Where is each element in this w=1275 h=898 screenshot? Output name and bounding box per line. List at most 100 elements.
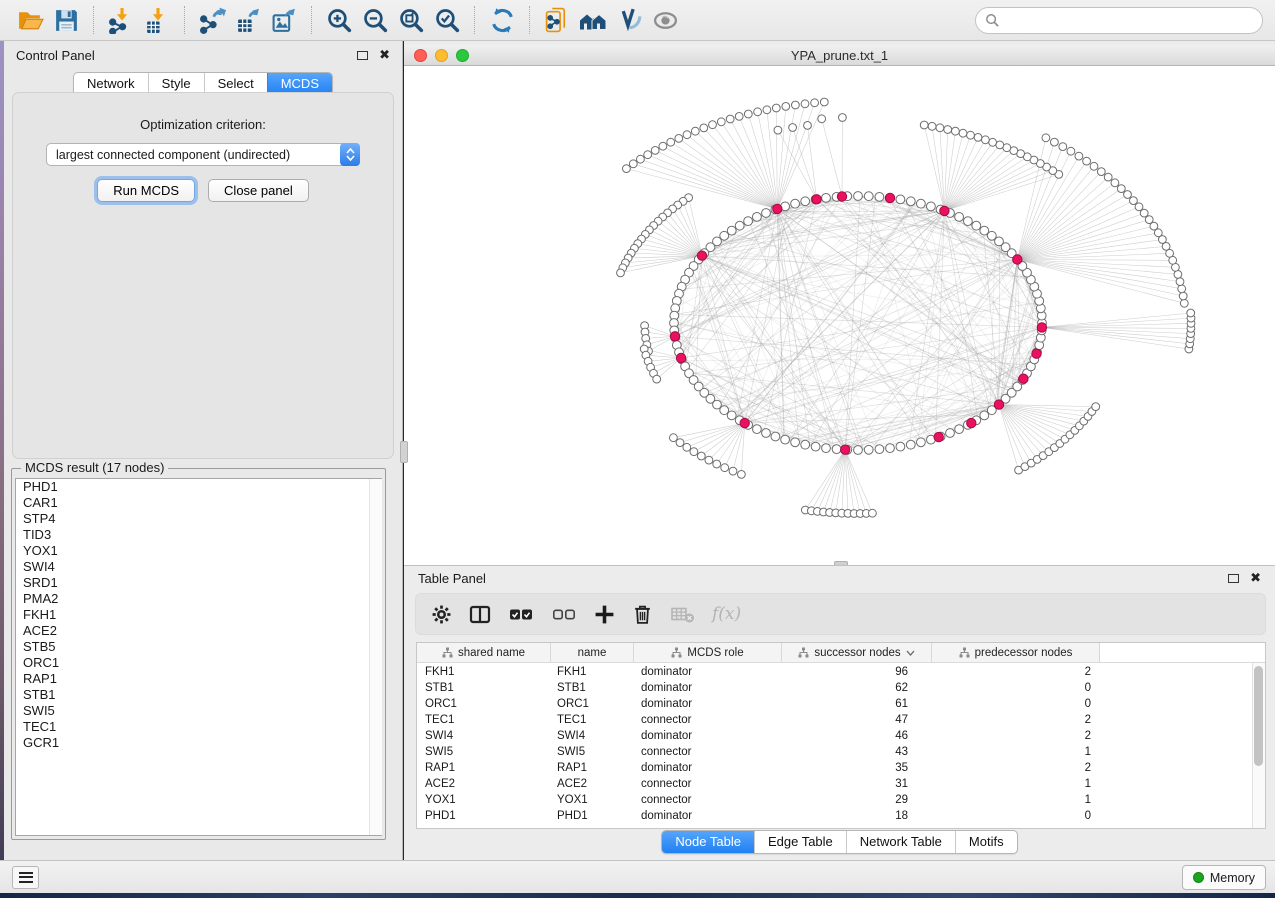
toolbar-separator	[474, 6, 475, 34]
mcds-result-item[interactable]: CAR1	[16, 495, 381, 511]
table-row[interactable]: ORC1ORC1dominator610	[417, 696, 1252, 712]
table-cell: 1	[932, 778, 1100, 790]
float-panel-icon[interactable]	[1228, 574, 1239, 583]
table-cell: 2	[932, 762, 1100, 774]
style-visibility-icon[interactable]	[611, 3, 647, 37]
mcds-result-item[interactable]: SWI5	[16, 703, 381, 719]
apply-layout-icon[interactable]	[484, 3, 520, 37]
column-header-shared-name[interactable]: shared name	[417, 643, 551, 662]
save-session-icon[interactable]	[48, 3, 84, 37]
open-session-icon[interactable]	[12, 3, 48, 37]
delete-table-icon[interactable]	[670, 604, 695, 625]
close-panel-icon[interactable]: ✖	[1250, 573, 1261, 583]
network-window: YPA_prune.txt_1	[404, 41, 1275, 565]
mcds-result-item[interactable]: PMA2	[16, 591, 381, 607]
memory-button[interactable]: Memory	[1182, 865, 1266, 890]
mcds-result-item[interactable]: PHD1	[16, 479, 381, 495]
mcds-list-scrollbar[interactable]	[369, 479, 382, 835]
table-cell: 47	[782, 714, 932, 726]
network-graph	[404, 66, 1275, 565]
network-overview-icon[interactable]	[575, 3, 611, 37]
zoom-out-icon[interactable]	[357, 3, 393, 37]
mcds-result-item[interactable]: RAP1	[16, 671, 381, 687]
table-settings-icon[interactable]	[431, 604, 452, 625]
table-row[interactable]: SWI4SWI4dominator462	[417, 728, 1252, 744]
table-row[interactable]: YOX1YOX1connector291	[417, 792, 1252, 808]
node-table: shared name name MCDS role successor nod…	[416, 642, 1266, 829]
mcds-result-item[interactable]: STB1	[16, 687, 381, 703]
mcds-result-item[interactable]: SRD1	[16, 575, 381, 591]
mcds-result-item[interactable]: GCR1	[16, 735, 381, 751]
table-cell: YOX1	[417, 794, 551, 806]
column-header-filler	[1100, 643, 1265, 662]
table-scrollbar-thumb[interactable]	[1254, 666, 1263, 766]
table-row[interactable]: PHD1PHD1dominator180	[417, 808, 1252, 824]
export-network-icon[interactable]	[194, 3, 230, 37]
zoom-in-icon[interactable]	[321, 3, 357, 37]
network-window-titlebar[interactable]: YPA_prune.txt_1	[404, 45, 1275, 66]
search-input[interactable]	[1006, 13, 1253, 28]
tab-network-table[interactable]: Network Table	[846, 831, 955, 853]
mcds-result-item[interactable]: FKH1	[16, 607, 381, 623]
close-panel-button[interactable]: Close panel	[208, 179, 309, 202]
table-cell: 43	[782, 746, 932, 758]
criterion-select[interactable]: largest connected component (undirected)	[46, 143, 360, 166]
zoom-selected-icon[interactable]	[429, 3, 465, 37]
mcds-result-item[interactable]: TEC1	[16, 719, 381, 735]
table-cell: PHD1	[417, 810, 551, 822]
column-header-name[interactable]: name	[551, 643, 634, 662]
mcds-result-item[interactable]: TID3	[16, 527, 381, 543]
column-type-icon	[442, 647, 453, 658]
search-box[interactable]	[975, 7, 1263, 34]
toggle-column-panel-icon[interactable]	[469, 604, 491, 625]
table-scrollbar[interactable]	[1252, 663, 1265, 828]
table-row[interactable]: TEC1TEC1connector472	[417, 712, 1252, 728]
mcds-result-item[interactable]: YOX1	[16, 543, 381, 559]
show-graphics-details-icon[interactable]	[647, 3, 683, 37]
mcds-result-item[interactable]: STB5	[16, 639, 381, 655]
import-network-icon[interactable]	[103, 3, 139, 37]
table-row[interactable]: ACE2ACE2connector311	[417, 776, 1252, 792]
table-toolbar: f(x)	[415, 593, 1266, 635]
tab-node-table[interactable]: Node Table	[662, 831, 754, 853]
run-mcds-button[interactable]: Run MCDS	[97, 179, 195, 202]
column-type-icon	[671, 647, 682, 658]
mcds-result-item[interactable]: SWI4	[16, 559, 381, 575]
status-bar: Memory	[0, 860, 1275, 893]
function-builder-icon[interactable]: f(x)	[712, 604, 741, 624]
table-cell: PHD1	[551, 810, 634, 822]
select-stepper-icon	[340, 143, 360, 166]
table-cell: 0	[932, 682, 1100, 694]
mcds-result-item[interactable]: ORC1	[16, 655, 381, 671]
table-row[interactable]: SWI5SWI5connector431	[417, 744, 1252, 760]
network-canvas[interactable]	[404, 66, 1275, 565]
toolbar-separator	[184, 6, 185, 34]
list-icon	[19, 872, 33, 883]
add-column-icon[interactable]	[594, 604, 615, 625]
float-panel-icon[interactable]	[357, 51, 368, 60]
horizontal-splitter-handle[interactable]	[400, 441, 408, 463]
table-row[interactable]: RAP1RAP1dominator352	[417, 760, 1252, 776]
deselect-all-icon[interactable]	[551, 604, 577, 625]
show-log-button[interactable]	[12, 866, 39, 889]
mcds-result-list[interactable]: PHD1CAR1STP4TID3YOX1SWI4SRD1PMA2FKH1ACE2…	[15, 478, 382, 836]
table-row[interactable]: FKH1FKH1dominator962	[417, 664, 1252, 680]
delete-column-icon[interactable]	[632, 604, 653, 625]
close-panel-icon[interactable]: ✖	[379, 50, 390, 60]
table-row[interactable]: STB1STB1dominator620	[417, 680, 1252, 696]
column-header-mcds-role[interactable]: MCDS role	[634, 643, 782, 662]
export-table-icon[interactable]	[230, 3, 266, 37]
share-document-icon[interactable]	[539, 3, 575, 37]
select-all-icon[interactable]	[508, 604, 534, 625]
column-header-successor-nodes[interactable]: successor nodes	[782, 643, 932, 662]
export-image-icon[interactable]	[266, 3, 302, 37]
import-table-icon[interactable]	[139, 3, 175, 37]
mcds-result-item[interactable]: STP4	[16, 511, 381, 527]
tab-edge-table[interactable]: Edge Table	[754, 831, 846, 853]
mcds-result-item[interactable]: ACE2	[16, 623, 381, 639]
column-header-predecessor-nodes[interactable]: predecessor nodes	[932, 643, 1100, 662]
zoom-fit-content-icon[interactable]	[393, 3, 429, 37]
tab-motifs[interactable]: Motifs	[955, 831, 1017, 853]
table-cell: 62	[782, 682, 932, 694]
table-cell: 18	[782, 810, 932, 822]
